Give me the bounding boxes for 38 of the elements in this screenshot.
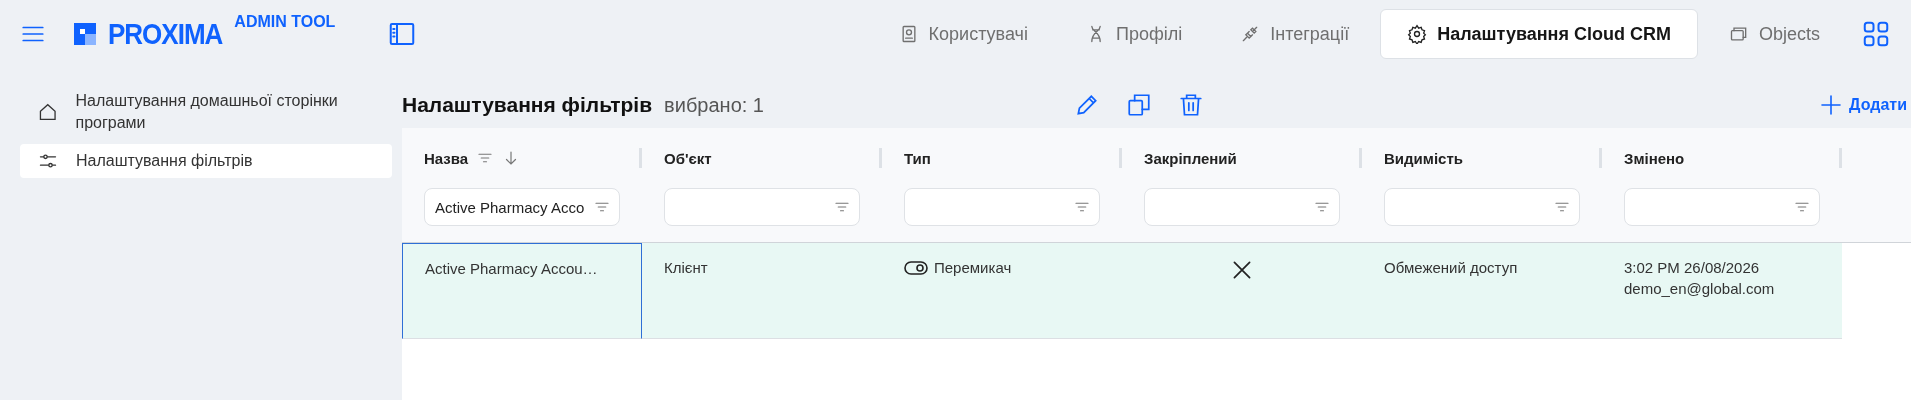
column-header[interactable]: Тип [904, 149, 931, 167]
nav-tab[interactable]: Профілі [1059, 9, 1210, 59]
table-cell: Обмежений доступ [1362, 243, 1602, 339]
table-cell: Active Pharmacy Accou… [402, 243, 642, 339]
filter-field[interactable] [904, 188, 1100, 226]
sidebar-item[interactable]: Налаштування фільтрів [20, 144, 392, 178]
filter-field[interactable] [1384, 188, 1580, 226]
add-button[interactable]: Додати [1819, 93, 1911, 117]
table-cell: 3:02 PM 26/08/2026 demo_en@global.com [1602, 243, 1842, 339]
logo-mark-icon [74, 23, 96, 45]
column-header[interactable]: Змінено [1624, 149, 1685, 167]
filter-field[interactable]: Active Pharmacy Acco [424, 188, 620, 226]
app-subtitle: ADMIN TOOL [234, 12, 336, 31]
column-header[interactable]: Об'єкт [664, 149, 712, 167]
logo-text: PROXIMA [108, 16, 223, 52]
nav-tab[interactable]: Користувачі [871, 9, 1055, 59]
home-icon [38, 101, 58, 123]
filter-field[interactable] [1624, 188, 1820, 226]
filter-field[interactable] [1144, 188, 1340, 226]
filter-field[interactable] [664, 188, 860, 226]
settings-icon [1407, 24, 1428, 44]
column-header[interactable]: Видимість [1384, 149, 1463, 167]
nav-tab[interactable]: Інтеграції [1213, 9, 1377, 59]
apps-grid-icon [1861, 19, 1891, 49]
edit-icon [1074, 92, 1100, 118]
plus-icon [1819, 93, 1844, 117]
column-header[interactable]: Назва [424, 149, 469, 167]
table-cell: Клієнт [642, 243, 882, 339]
toggle-icon [904, 260, 928, 275]
nav-tab[interactable]: Налаштування Cloud CRM [1380, 9, 1698, 59]
nav-tab[interactable]: Objects [1701, 9, 1847, 59]
table-cell: Перемикач [882, 243, 1122, 339]
column-header[interactable]: Закріплений [1144, 149, 1237, 167]
delete-icon [1178, 92, 1204, 118]
selection-count: вибрано: 1 [664, 93, 764, 117]
sidebar-item[interactable]: Налаштування домашньої сторінки програми [20, 84, 392, 140]
page-title: Налаштування фільтрів [402, 93, 653, 117]
copy-icon [1126, 92, 1152, 118]
